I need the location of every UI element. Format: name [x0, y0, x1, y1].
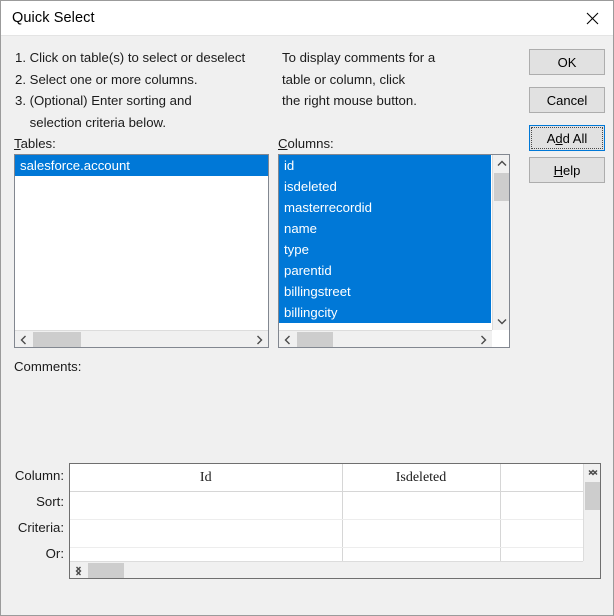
- criteria-grid[interactable]: Id Isdeleted Master: [69, 463, 601, 579]
- tables-label: Tables:: [14, 136, 56, 151]
- grid-column-header[interactable]: Master: [500, 464, 583, 492]
- instruction-line-1: 1. Click on table(s) to select or desele…: [15, 47, 285, 69]
- grid-cell[interactable]: [70, 548, 342, 562]
- chevron-down-icon[interactable]: [493, 313, 510, 330]
- ok-button-label: OK: [558, 55, 577, 70]
- grid-scrollbar-corner: [583, 561, 600, 578]
- chevron-right-icon[interactable]: [251, 331, 268, 348]
- close-window-button[interactable]: [569, 1, 614, 35]
- list-item[interactable]: billingcity: [279, 302, 491, 323]
- grid-body: [70, 492, 583, 562]
- cancel-button-label: Cancel: [547, 93, 587, 108]
- tables-horizontal-scrollbar[interactable]: [15, 330, 268, 347]
- tables-listbox[interactable]: salesforce.account: [14, 154, 269, 348]
- list-item[interactable]: isdeleted: [279, 176, 491, 197]
- instruction-line-3: 3. (Optional) Enter sorting and: [15, 90, 285, 112]
- comments-area: [14, 377, 602, 429]
- instructions-right: To display comments for a table or colum…: [282, 47, 507, 112]
- grid-cell[interactable]: [500, 520, 583, 548]
- ok-button[interactable]: OK: [529, 49, 605, 75]
- grid-horizontal-scrollbar[interactable]: [70, 561, 583, 578]
- chevron-up-icon[interactable]: [493, 155, 510, 172]
- grid-table: Id Isdeleted Master: [70, 464, 583, 561]
- columns-vscroll-thumb[interactable]: [494, 173, 509, 201]
- instructions-left: 1. Click on table(s) to select or desele…: [15, 47, 285, 133]
- columns-label: Columns:: [278, 136, 334, 151]
- comments-label: Comments:: [14, 359, 81, 374]
- close-icon: [586, 12, 599, 25]
- columns-listbox[interactable]: idisdeletedmasterrecordidnametypeparenti…: [278, 154, 510, 348]
- tables-list-items: salesforce.account: [15, 155, 268, 176]
- grid-hscroll-thumb[interactable]: [88, 563, 124, 578]
- chevron-right-icon[interactable]: [70, 562, 87, 579]
- list-item[interactable]: parentid: [279, 260, 491, 281]
- window-title: Quick Select: [12, 10, 95, 26]
- chevron-left-icon[interactable]: [279, 331, 296, 348]
- grid-row: [70, 492, 583, 520]
- columns-hscroll-thumb[interactable]: [297, 332, 333, 347]
- titlebar-divider: [1, 35, 614, 36]
- title-bar: Quick Select: [1, 1, 614, 36]
- chevron-left-icon[interactable]: [15, 331, 32, 348]
- grid-vertical-scrollbar[interactable]: [583, 464, 600, 561]
- grid-vscroll-thumb[interactable]: [585, 482, 600, 510]
- chevron-down-icon[interactable]: [584, 464, 601, 481]
- grid-cell[interactable]: [342, 548, 500, 562]
- comments-hint-line-3: the right mouse button.: [282, 90, 507, 112]
- quick-select-dialog: Quick Select 1. Click on table(s) to sel…: [0, 0, 614, 616]
- grid-row: [70, 520, 583, 548]
- list-item[interactable]: id: [279, 155, 491, 176]
- grid-cell[interactable]: [500, 548, 583, 562]
- list-item[interactable]: name: [279, 218, 491, 239]
- grid-row: [70, 548, 583, 562]
- grid-cell[interactable]: [342, 492, 500, 520]
- list-item[interactable]: masterrecordid: [279, 197, 491, 218]
- grid-scroll-area: Id Isdeleted Master: [70, 464, 583, 561]
- list-item[interactable]: salesforce.account: [15, 155, 268, 176]
- grid-row-labels: Column: Sort: Criteria: Or:: [1, 463, 69, 567]
- comments-hint-line-2: table or column, click: [282, 69, 507, 91]
- columns-vertical-scrollbar[interactable]: [492, 155, 509, 330]
- grid-header-row: Id Isdeleted Master: [70, 464, 583, 492]
- tables-hscroll-thumb[interactable]: [33, 332, 81, 347]
- add-all-button-label: Add All: [547, 131, 587, 146]
- grid-label-criteria: Criteria:: [1, 515, 69, 541]
- chevron-right-icon[interactable]: [475, 331, 492, 348]
- instruction-line-2: 2. Select one or more columns.: [15, 69, 285, 91]
- grid-label-or: Or:: [1, 541, 69, 567]
- grid-cell[interactable]: [500, 492, 583, 520]
- instruction-line-4: selection criteria below.: [15, 112, 285, 134]
- help-button[interactable]: Help: [529, 157, 605, 183]
- comments-hint-line-1: To display comments for a: [282, 47, 507, 69]
- columns-horizontal-scrollbar[interactable]: [279, 330, 492, 347]
- grid-column-header[interactable]: Id: [70, 464, 342, 492]
- list-item[interactable]: type: [279, 239, 491, 260]
- grid-label-column: Column:: [1, 463, 69, 489]
- cancel-button[interactable]: Cancel: [529, 87, 605, 113]
- grid-cell[interactable]: [70, 520, 342, 548]
- grid-column-header[interactable]: Isdeleted: [342, 464, 500, 492]
- add-all-button[interactable]: Add All: [529, 125, 605, 151]
- list-item[interactable]: billingstreet: [279, 281, 491, 302]
- help-button-label: Help: [554, 163, 581, 178]
- columns-list-items: idisdeletedmasterrecordidnametypeparenti…: [279, 155, 491, 323]
- grid-cell[interactable]: [342, 520, 500, 548]
- grid-cell[interactable]: [70, 492, 342, 520]
- grid-label-sort: Sort:: [1, 489, 69, 515]
